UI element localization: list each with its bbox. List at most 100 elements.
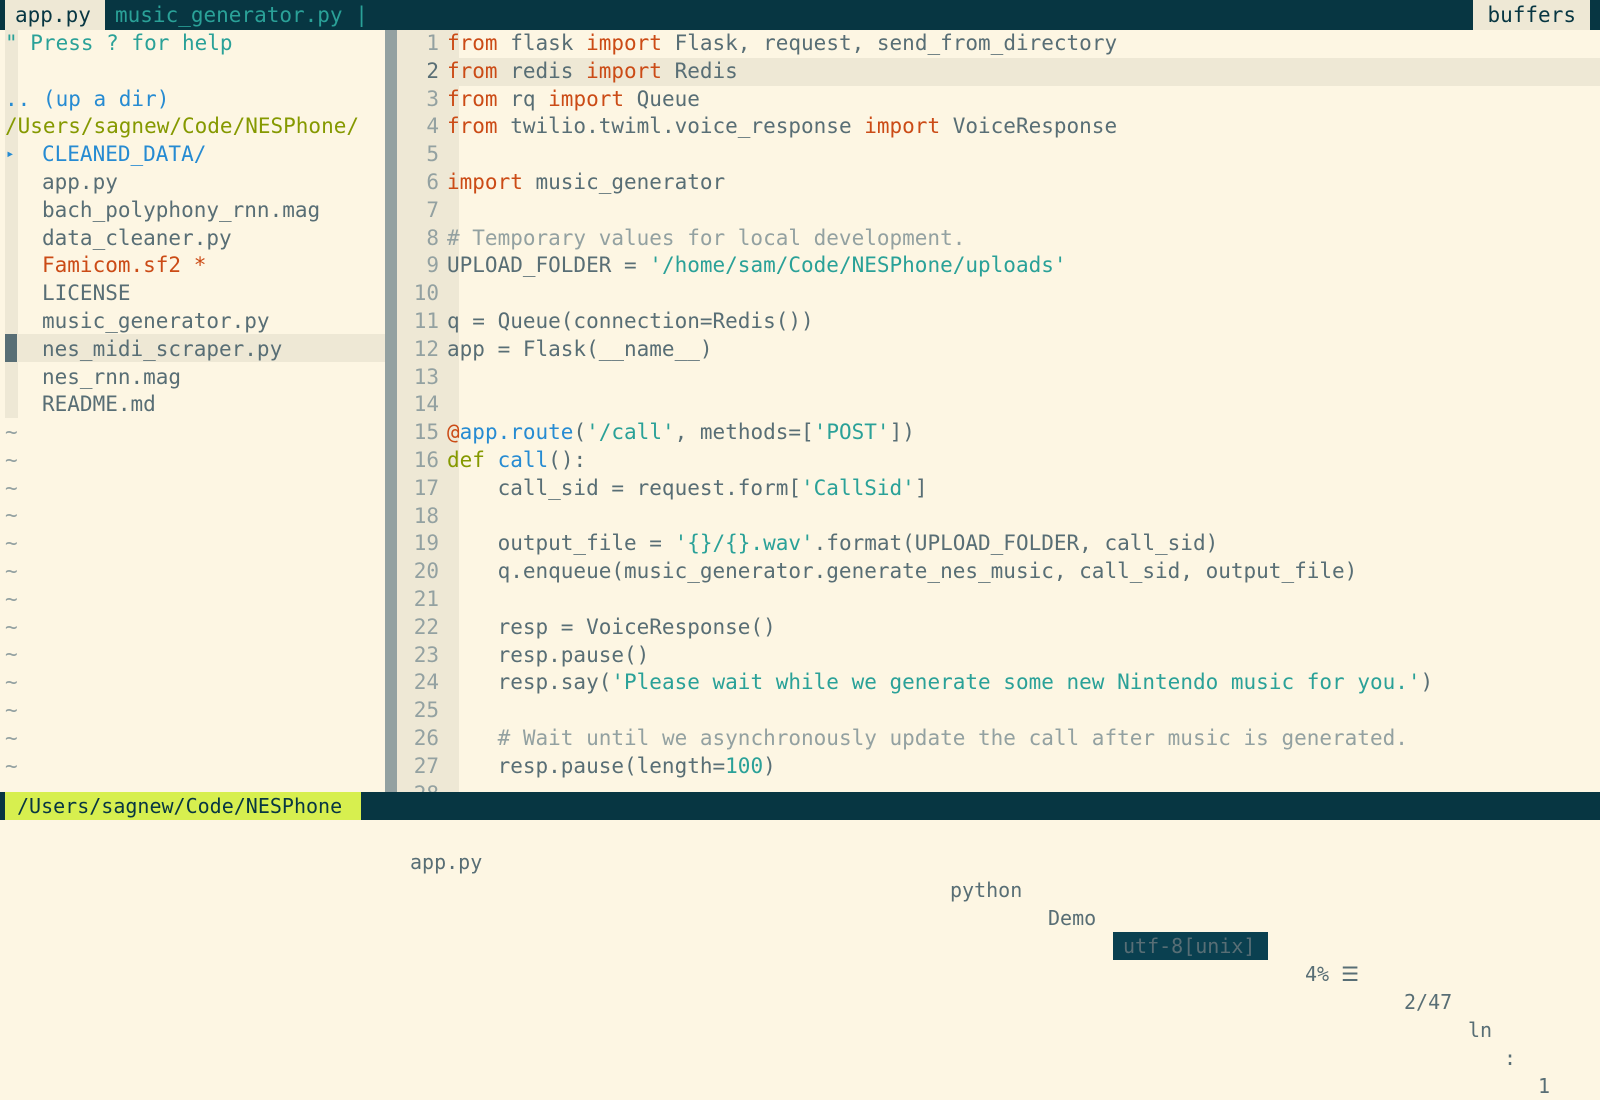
line-number: 15: [413, 420, 439, 445]
tree-up-dir[interactable]: .. (up a dir): [5, 86, 169, 114]
tree-item-cleaned-data[interactable]: CLEANED_DATA/: [42, 141, 206, 169]
code-token: Queue: [624, 86, 700, 111]
code-token: .format(UPLOAD_FOLDER, call_sid): [813, 531, 1219, 556]
tree-item-license[interactable]: LICENSE: [42, 280, 131, 308]
status-filetype: python: [950, 878, 1023, 902]
tab-app-py[interactable]: app.py: [5, 0, 105, 30]
code-token: ): [763, 753, 776, 778]
file-tree-pane[interactable]: " Press ? for help .. (up a dir) /Users/…: [0, 30, 392, 810]
code-line[interactable]: # Temporary values for local development…: [447, 225, 965, 253]
code-token: UPLOAD_FOLDER =: [447, 253, 650, 278]
code-editor[interactable]: 1 2 3 4 5 6 7 8 9 10 11 12 13 14 15 16 17 18 19 20 21 22 23 24 2…: [397, 30, 1600, 810]
tree-root-path[interactable]: /Users/sagnew/Code/NESPhone/: [5, 113, 359, 141]
tree-item-music-generator[interactable]: music_generator.py: [42, 308, 270, 336]
code-line[interactable]: from redis import Redis: [447, 58, 738, 86]
status-position: 2/47: [1404, 990, 1453, 1014]
code-token: import: [586, 58, 662, 83]
code-token: import: [548, 86, 625, 111]
empty-line-tilde: ~: [5, 698, 18, 722]
line-number: 27: [413, 753, 439, 778]
code-line[interactable]: resp.say('Please wait while we generate …: [447, 669, 1434, 697]
line-number: 4: [426, 114, 439, 139]
tree-help-text: " Press ? for help: [5, 31, 233, 55]
folder-collapsed-icon[interactable]: ▸: [6, 141, 14, 169]
code-line[interactable]: from flask import Flask, request, send_f…: [447, 30, 1117, 58]
tree-item-famicom[interactable]: Famicom.sf2 *: [42, 252, 206, 280]
line-number: 6: [426, 170, 439, 194]
status-col-separator: :: [1504, 1046, 1517, 1070]
code-token: '/home/sam/Code/NESPhone/uploads': [649, 253, 1067, 278]
code-line[interactable]: resp.pause(): [447, 642, 650, 670]
code-token: 100: [725, 753, 764, 778]
status-column: 1: [1538, 1074, 1551, 1098]
code-line[interactable]: @app.route('/call', methods=['POST']): [447, 419, 915, 447]
empty-line-tilde: ~: [5, 753, 18, 778]
code-line[interactable]: app = Flask(__name__): [447, 336, 713, 364]
line-number: 25: [413, 698, 439, 723]
line-number: 8: [426, 225, 439, 250]
tab-music-generator-py[interactable]: music_generator.py |: [105, 0, 375, 30]
code-token: Flask, request, send_from_directory: [661, 31, 1118, 55]
code-token: # Temporary values for local development…: [447, 225, 966, 250]
empty-line-tilde: ~: [5, 670, 18, 695]
code-line[interactable]: resp.pause(length=100): [447, 753, 776, 781]
code-line[interactable]: output_file = '{}/{}.wav'.format(UPLOAD_…: [447, 530, 1219, 558]
code-line[interactable]: UPLOAD_FOLDER = '/home/sam/Code/NESPhone…: [447, 252, 1067, 280]
line-number: 3: [426, 86, 439, 111]
code-token: call_sid = request.form[: [447, 475, 802, 500]
empty-line-tilde: ~: [5, 642, 18, 667]
code-line[interactable]: q.enqueue(music_generator.generate_nes_m…: [447, 558, 1358, 586]
code-token: Redis: [661, 58, 738, 83]
code-token: resp.pause(length=: [447, 753, 726, 778]
tree-item-app-py[interactable]: app.py: [42, 169, 118, 197]
tree-item-bach-polyphony[interactable]: bach_polyphony_rnn.mag: [42, 197, 320, 225]
line-number: 13: [413, 364, 439, 389]
code-token: call: [497, 448, 549, 472]
line-number: 5: [426, 142, 439, 167]
code-token: '{}/{}.wav': [674, 531, 814, 556]
code-line[interactable]: resp = VoiceResponse(): [447, 614, 776, 642]
tree-item-readme[interactable]: README.md: [42, 391, 156, 419]
line-number: 18: [413, 503, 439, 528]
tree-item-nes-midi-scraper[interactable]: nes_midi_scraper.py: [42, 336, 282, 364]
code-line[interactable]: from twilio.twiml.voice_response import …: [447, 113, 1117, 141]
line-number: 17: [413, 475, 439, 500]
code-token: def: [447, 448, 485, 472]
code-line[interactable]: def call():: [447, 447, 586, 475]
line-number: 19: [413, 531, 439, 556]
code-token: '/call': [586, 420, 675, 445]
line-number: 11: [413, 309, 439, 333]
code-token: q = Queue(connection=Redis()): [447, 309, 814, 333]
code-token: from: [447, 114, 498, 139]
code-token: app = Flask(__name__): [447, 336, 713, 361]
line-number: 7: [426, 197, 439, 222]
code-token: from: [447, 31, 498, 55]
code-line[interactable]: call_sid = request.form['CallSid']: [447, 475, 928, 503]
code-token: (: [573, 420, 587, 445]
vertical-split-divider[interactable]: [385, 30, 397, 810]
code-token: q.enqueue(music_generator.generate_nes_m…: [447, 559, 1358, 584]
code-line[interactable]: from rq import Queue: [447, 86, 700, 114]
tree-status-path: /Users/sagnew/Code/NESPhone: [5, 792, 361, 820]
line-number: 22: [413, 614, 439, 639]
line-number: 24: [413, 670, 439, 695]
line-number: 14: [413, 392, 439, 417]
code-token: from: [447, 58, 498, 83]
line-number: 23: [413, 642, 439, 667]
code-token: import: [864, 114, 941, 139]
code-line[interactable]: # Wait until we asynchronously update th…: [447, 725, 1408, 753]
tree-item-data-cleaner[interactable]: data_cleaner.py: [42, 225, 232, 253]
line-number: 20: [413, 559, 439, 584]
buffers-label[interactable]: buffers: [1473, 0, 1590, 30]
empty-line-tilde: ~: [5, 447, 18, 472]
line-number: 2: [426, 58, 439, 83]
empty-line-tilde: ~: [5, 420, 18, 444]
tree-item-nes-rnn[interactable]: nes_rnn.mag: [42, 364, 181, 392]
line-number: 10: [413, 281, 439, 306]
line-number: 9: [426, 253, 439, 278]
code-line[interactable]: q = Queue(connection=Redis()): [447, 308, 814, 336]
code-line[interactable]: import music_generator: [447, 169, 725, 197]
empty-line-tilde: ~: [5, 531, 18, 556]
